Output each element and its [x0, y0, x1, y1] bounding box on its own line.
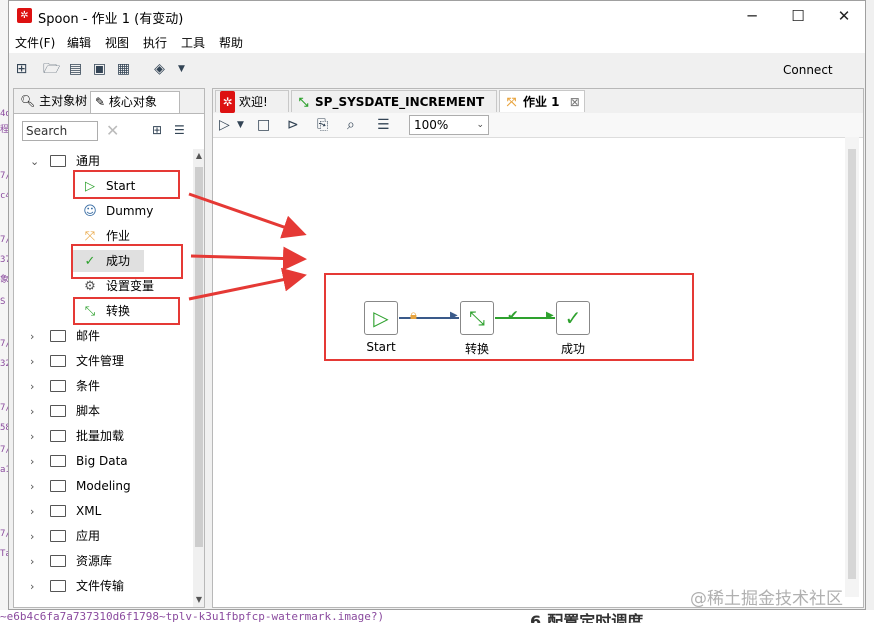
watermark-text: @稀土掘金技术社区 [690, 589, 843, 609]
annotation-arrows [188, 192, 307, 301]
background-right-strip [866, 0, 874, 623]
arrow-transformation-to-canvas [188, 267, 307, 301]
bg-heading: 6.配置定时调度 [530, 612, 644, 623]
background-bottom-strip: ~e6b4c6fa7a737310d6f1798~tplv-k3u1fbpfcp… [0, 610, 874, 623]
arrow-success-to-canvas [190, 246, 307, 271]
arrow-start-to-canvas [188, 192, 307, 239]
spoon-window: ✲ Spoon - 作业 1 (有变动) ─ ☐ ✕ 文件(F) 编辑 视图 执… [8, 0, 866, 610]
bg-url-text: ~e6b4c6fa7a737310d6f1798~tplv-k3u1fbpfcp… [0, 610, 385, 623]
